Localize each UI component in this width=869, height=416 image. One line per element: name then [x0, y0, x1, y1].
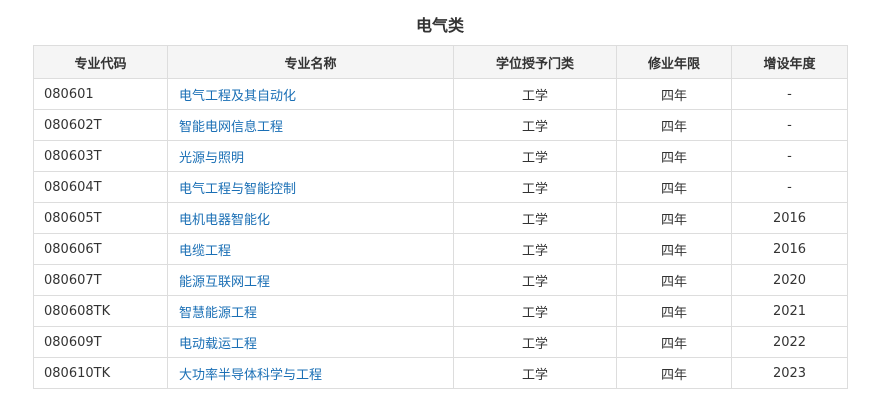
major-name-link[interactable]: 电机电器智能化 — [179, 213, 270, 228]
header-code: 专业代码 — [33, 45, 168, 79]
page-title: 电气类 — [415, 16, 464, 35]
major-code: 080607T — [33, 264, 168, 296]
degree-category: 工学 — [453, 295, 617, 327]
added-year: 2023 — [731, 357, 848, 389]
study-duration: 四年 — [616, 109, 732, 141]
table-row: 080607T 能源互联网工程 工学 四年 2020 — [33, 264, 848, 296]
degree-category: 工学 — [453, 171, 617, 203]
major-code: 080606T — [33, 233, 168, 265]
majors-table: 专业代码 专业名称 学位授予门类 修业年限 增设年度 080601 电气工程及其… — [33, 45, 848, 389]
added-year: 2022 — [731, 326, 848, 358]
degree-category: 工学 — [453, 233, 617, 265]
added-year: 2016 — [731, 233, 848, 265]
major-code: 080605T — [33, 202, 168, 234]
table-row: 080606T 电缆工程 工学 四年 2016 — [33, 233, 848, 265]
major-name-link[interactable]: 能源互联网工程 — [179, 275, 270, 290]
table-row: 080608TK 智慧能源工程 工学 四年 2021 — [33, 295, 848, 327]
degree-category: 工学 — [453, 78, 617, 110]
degree-category: 工学 — [453, 109, 617, 141]
table-row: 080605T 电机电器智能化 工学 四年 2016 — [33, 202, 848, 234]
major-code: 080608TK — [33, 295, 168, 327]
table-row: 080601 电气工程及其自动化 工学 四年 - — [33, 78, 848, 110]
major-name-link[interactable]: 电气工程与智能控制 — [179, 182, 296, 197]
major-name-link[interactable]: 智能电网信息工程 — [179, 120, 283, 135]
degree-category: 工学 — [453, 357, 617, 389]
major-code: 080609T — [33, 326, 168, 358]
added-year: 2020 — [731, 264, 848, 296]
study-duration: 四年 — [616, 357, 732, 389]
added-year: - — [731, 78, 848, 110]
study-duration: 四年 — [616, 295, 732, 327]
added-year: 2021 — [731, 295, 848, 327]
major-name-link[interactable]: 智慧能源工程 — [179, 306, 257, 321]
study-duration: 四年 — [616, 264, 732, 296]
degree-category: 工学 — [453, 326, 617, 358]
degree-category: 工学 — [453, 264, 617, 296]
major-code: 080604T — [33, 171, 168, 203]
major-code: 080603T — [33, 140, 168, 172]
header-degree: 学位授予门类 — [453, 45, 617, 79]
added-year: - — [731, 171, 848, 203]
study-duration: 四年 — [616, 140, 732, 172]
major-name-link[interactable]: 大功率半导体科学与工程 — [179, 368, 322, 383]
study-duration: 四年 — [616, 326, 732, 358]
study-duration: 四年 — [616, 171, 732, 203]
study-duration: 四年 — [616, 202, 732, 234]
table-row: 080603T 光源与照明 工学 四年 - — [33, 140, 848, 172]
major-name-link[interactable]: 电气工程及其自动化 — [179, 89, 296, 104]
major-code: 080601 — [33, 78, 168, 110]
added-year: - — [731, 109, 848, 141]
table-row: 080602T 智能电网信息工程 工学 四年 - — [33, 109, 848, 141]
added-year: 2016 — [731, 202, 848, 234]
table-row: 080609T 电动载运工程 工学 四年 2022 — [33, 326, 848, 358]
major-name-link[interactable]: 电动载运工程 — [179, 337, 257, 352]
major-name-link[interactable]: 光源与照明 — [179, 151, 244, 166]
degree-category: 工学 — [453, 140, 617, 172]
major-code: 080610TK — [33, 357, 168, 389]
header-duration: 修业年限 — [616, 45, 732, 79]
header-year: 增设年度 — [731, 45, 848, 79]
table-row: 080610TK 大功率半导体科学与工程 工学 四年 2023 — [33, 357, 848, 389]
major-name-link[interactable]: 电缆工程 — [179, 244, 231, 259]
degree-category: 工学 — [453, 202, 617, 234]
major-code: 080602T — [33, 109, 168, 141]
study-duration: 四年 — [616, 78, 732, 110]
table-row: 080604T 电气工程与智能控制 工学 四年 - — [33, 171, 848, 203]
added-year: - — [731, 140, 848, 172]
table-header-row: 专业代码 专业名称 学位授予门类 修业年限 增设年度 — [33, 45, 848, 79]
study-duration: 四年 — [616, 233, 732, 265]
header-name: 专业名称 — [167, 45, 454, 79]
